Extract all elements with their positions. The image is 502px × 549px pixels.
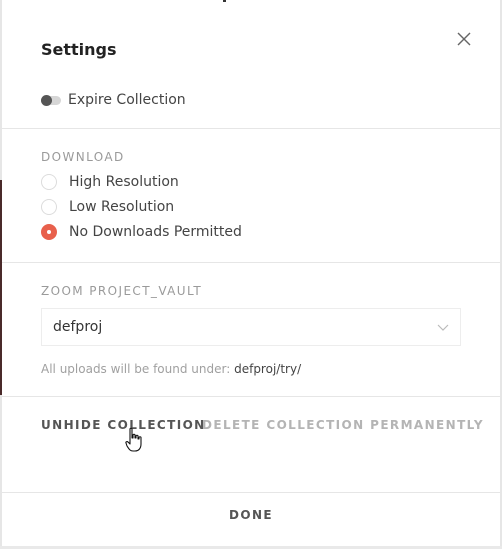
toggle-knob	[41, 94, 52, 106]
settings-modal: Settings Expire Collection DOWNLOAD High…	[2, 2, 500, 546]
hint-prefix: All uploads will be found under:	[41, 362, 231, 376]
radio-high-resolution[interactable]: High Resolution	[41, 174, 179, 190]
radio-label: High Resolution	[69, 174, 179, 190]
expire-collection-label: Expire Collection	[68, 92, 186, 108]
divider	[2, 492, 500, 493]
close-button[interactable]	[454, 29, 474, 49]
project-vault-select[interactable]: defproj	[41, 308, 461, 346]
radio-button[interactable]	[41, 174, 57, 190]
radio-label: No Downloads Permitted	[69, 224, 242, 240]
radio-button[interactable]	[41, 199, 57, 215]
done-button[interactable]: DONE	[2, 508, 500, 522]
divider	[2, 262, 500, 263]
modal-title: Settings	[41, 40, 117, 59]
radio-low-resolution[interactable]: Low Resolution	[41, 199, 174, 215]
select-value: defproj	[53, 319, 103, 335]
expire-collection-toggle[interactable]	[41, 94, 61, 106]
chevron-down-icon	[437, 324, 449, 331]
radio-label: Low Resolution	[69, 199, 175, 215]
divider	[2, 396, 500, 397]
hand-cursor-icon	[125, 427, 142, 452]
close-icon	[457, 32, 471, 46]
download-heading: DOWNLOAD	[41, 150, 125, 164]
delete-collection-button[interactable]: DELETE COLLECTION PERMANENTLY	[202, 418, 484, 432]
expire-collection-row[interactable]: Expire Collection	[41, 90, 186, 110]
radio-button-selected[interactable]	[41, 224, 57, 240]
unhide-collection-button[interactable]: UNHIDE COLLECTION	[41, 418, 206, 432]
upload-path-hint: All uploads will be found under: defproj…	[41, 362, 301, 376]
radio-no-downloads[interactable]: No Downloads Permitted	[41, 224, 242, 240]
divider	[2, 128, 500, 129]
hint-path: defproj/try/	[234, 362, 302, 376]
zoom-project-heading: ZOOM PROJECT_VAULT	[41, 284, 203, 298]
